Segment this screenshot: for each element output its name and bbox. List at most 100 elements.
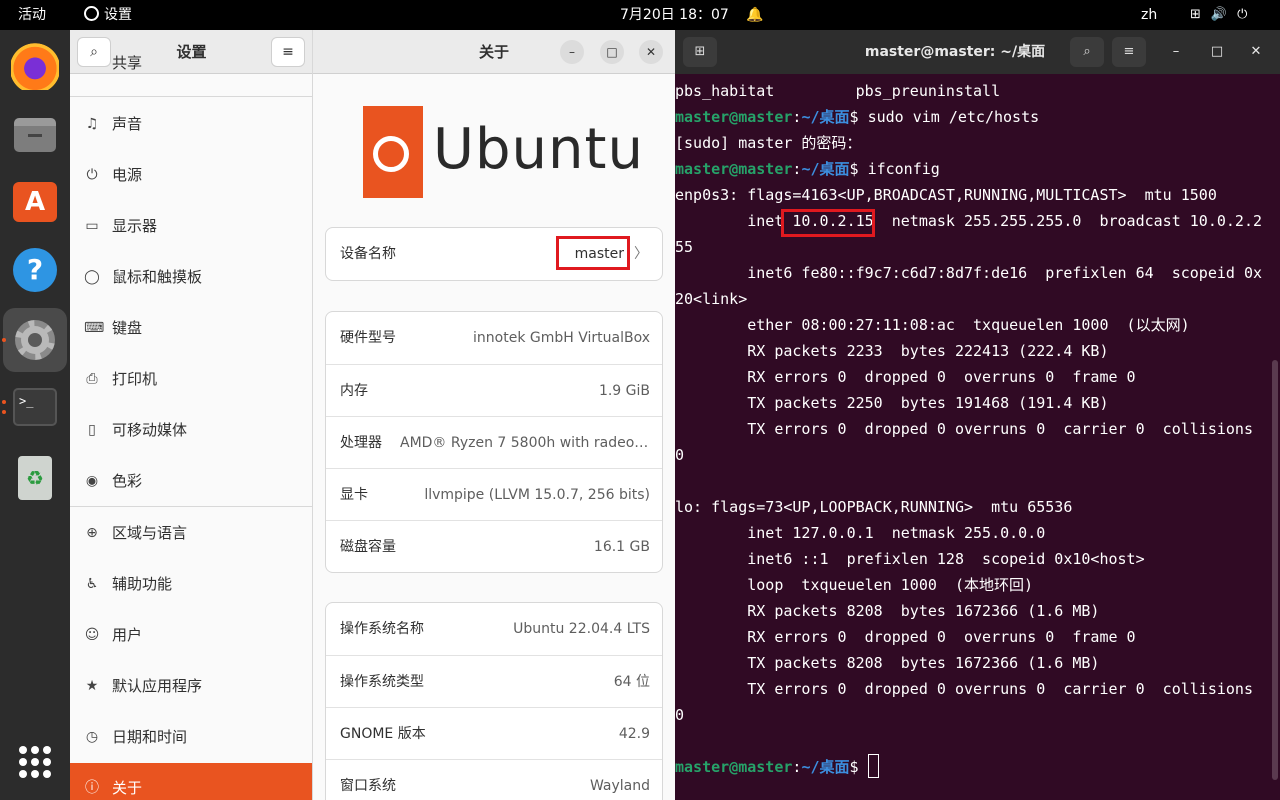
prompt-dollar: $ [849,758,868,776]
sidebar-item-date-time[interactable]: ◷ 日期和时间 [70,712,312,763]
folder-slot [28,134,42,137]
new-tab-button[interactable]: ⊞ [683,37,717,67]
scrollbar[interactable] [1272,360,1278,780]
row-key: 磁盘容量 [340,539,396,555]
divider [70,506,312,507]
settings-app-icon[interactable] [3,308,67,372]
hardware-card: 硬件型号 innotek GmbH VirtualBox 内存 1.9 GiB 处理… [325,311,663,573]
terminal-icon[interactable]: >_ [11,384,59,432]
panel-header: 关于 – □ ✕ [313,30,675,74]
trash-icon[interactable]: ♻ [11,454,59,502]
keyboard-icon: ⌨ [84,320,105,336]
sidebar-item-accessibility[interactable]: ♿ 辅助功能 [70,559,312,610]
terminal-line: lo: flags=73<UP,LOOPBACK,RUNNING> mtu 65… [675,498,1073,516]
sidebar-item-removable-media[interactable]: ▯ 可移动媒体 [70,405,312,456]
command-text: ifconfig [867,160,940,178]
help-icon[interactable]: ? [11,246,59,294]
info-row: GNOME 版本 42.9 [326,707,662,759]
prompt-dollar: $ [849,160,868,178]
terminal-header: ⊞ master@master: ~/桌面 ⌕ ≡ – □ ✕ [675,30,1280,74]
info-row: 处理器 AMD® Ryzen 7 5800h with radeon graphi… [326,416,662,468]
input-method-indicator[interactable]: zh [1141,0,1157,30]
info-row: 硬件型号 innotek GmbH VirtualBox [326,312,662,364]
sidebar-item-printers[interactable]: ⎙ 打印机 [70,354,312,405]
sidebar-item-mouse[interactable]: ◯ 鼠标和触摸板 [70,252,312,303]
row-key: 显卡 [340,487,368,503]
terminal-window[interactable]: ⊞ master@master: ~/桌面 ⌕ ≡ – □ ✕ pbs_habi… [675,30,1280,800]
app-menu-label: 设置 [104,7,132,23]
sidebar-item-sharing[interactable]: 共享 [70,38,312,89]
app-center-icon[interactable]: A [11,178,59,226]
terminal-line: master@master:~/桌面$ [675,754,1270,780]
clock[interactable]: 7月20日 18：07 [620,0,729,30]
highlight-annotation [781,209,875,237]
sidebar-item-power[interactable]: ⏻ 电源 [70,150,312,201]
terminal-line: TX errors 0 dropped 0 overruns 0 carrier… [675,420,1253,438]
new-tab-icon: ⊞ [694,44,706,59]
row-value: innotek GmbH VirtualBox [473,330,650,346]
info-row[interactable]: 磁盘容量 16.1 GB [326,520,662,572]
mouse-icon: ◯ [84,269,100,285]
circle-of-friends-icon [373,136,409,172]
sidebar-item-default-apps[interactable]: ★ 默认应用程序 [70,661,312,712]
maximize-button[interactable]: □ [600,40,624,64]
user-icon: ☺ [84,627,100,643]
search-button[interactable]: ⌕ [1070,37,1104,67]
close-button[interactable]: ✕ [1246,30,1266,74]
row-value: Wayland [589,778,650,794]
power-icon: ⏻ [86,167,98,183]
recycle-glyph: ♻ [18,456,52,500]
prompt-user: master@master [675,758,793,776]
sidebar-item-about[interactable]: ⓘ 关于 [70,763,312,800]
os-card: 操作系统名称 Ubuntu 22.04.4 LTS 操作系统类型 64 位 GNOM… [325,602,663,800]
printer-icon: ⎙ [86,371,98,387]
dock: A ? >_ ♻ [0,30,70,800]
info-row: 显卡 llvmpipe (LLVM 15.0.7, 256 bits) [326,468,662,520]
prompt-path: ~/桌面 [801,108,850,126]
monitor-icon: ▭ [85,218,99,234]
sidebar-item-label: 键盘 [112,319,143,337]
ubuntu-logo-square [363,106,423,198]
sidebar-item-users[interactable]: ☺ 用户 [70,610,312,661]
sidebar-item-keyboard[interactable]: ⌨ 键盘 [70,303,312,354]
files-icon[interactable] [11,110,59,158]
sidebar-item-label: 显示器 [112,217,158,235]
maximize-button[interactable]: □ [1207,30,1227,74]
hamburger-icon: ≡ [1123,44,1135,59]
close-button[interactable]: ✕ [639,40,663,64]
row-key: 窗口系统 [340,778,396,794]
terminal-output[interactable]: pbs_habitat pbs_preuninstall master@mast… [675,78,1270,780]
close-icon: ✕ [645,45,657,59]
minimize-button[interactable]: – [560,40,584,64]
clock-icon: ◷ [85,729,99,745]
row-value: AMD® Ryzen 7 5800h with radeon graphics … [400,435,650,451]
command-text: sudo vim /etc/hosts [867,108,1040,126]
terminal-line: 0 [675,706,685,724]
show-apps-icon[interactable] [19,746,51,778]
running-indicator [2,400,6,404]
firefox-icon[interactable] [11,42,59,90]
app-menu[interactable]: 设置 [84,0,132,30]
sidebar-item-label: 用户 [112,626,143,644]
cog-icon [15,320,55,360]
terminal-line: RX packets 8208 bytes 1672366 (1.6 MB) [675,602,1100,620]
sidebar-item-displays[interactable]: ▭ 显示器 [70,201,312,252]
menu-button[interactable]: ≡ [1112,37,1146,67]
sidebar-item-color[interactable]: ◉ 色彩 [70,456,312,507]
terminal-line: inet6 ::1 prefixlen 128 scopeid 0x10<hos… [675,550,1145,568]
sidebar-item-region-language[interactable]: ⊕ 区域与语言 [70,508,312,559]
info-row: 操作系统类型 64 位 [326,655,662,707]
row-key: 操作系统名称 [340,621,424,637]
sidebar-item-label: 默认应用程序 [112,677,203,695]
settings-sidebar: ⌕ 设置 ≡ 共享 ♫ 声音 ⏻ 电源 ▭ 显示器 ◯ 鼠标和触摸板 ⌨ 键盘 ⎙ 打印机 … [70,30,313,800]
sidebar-item-sound[interactable]: ♫ 声音 [70,99,312,150]
terminal-line: 20<link> [675,290,748,308]
minimize-button[interactable]: – [1166,30,1186,74]
terminal-line: 55 [675,238,694,256]
row-key: 处理器 [340,435,382,451]
sidebar-item-label: 辅助功能 [112,575,173,593]
activities-button[interactable]: 活动 [18,0,46,30]
system-menu[interactable]: ⊞🔊⏻ [1190,0,1257,30]
bell-icon[interactable]: 🔔 [746,0,763,30]
sidebar-item-label: 日期和时间 [112,728,188,746]
